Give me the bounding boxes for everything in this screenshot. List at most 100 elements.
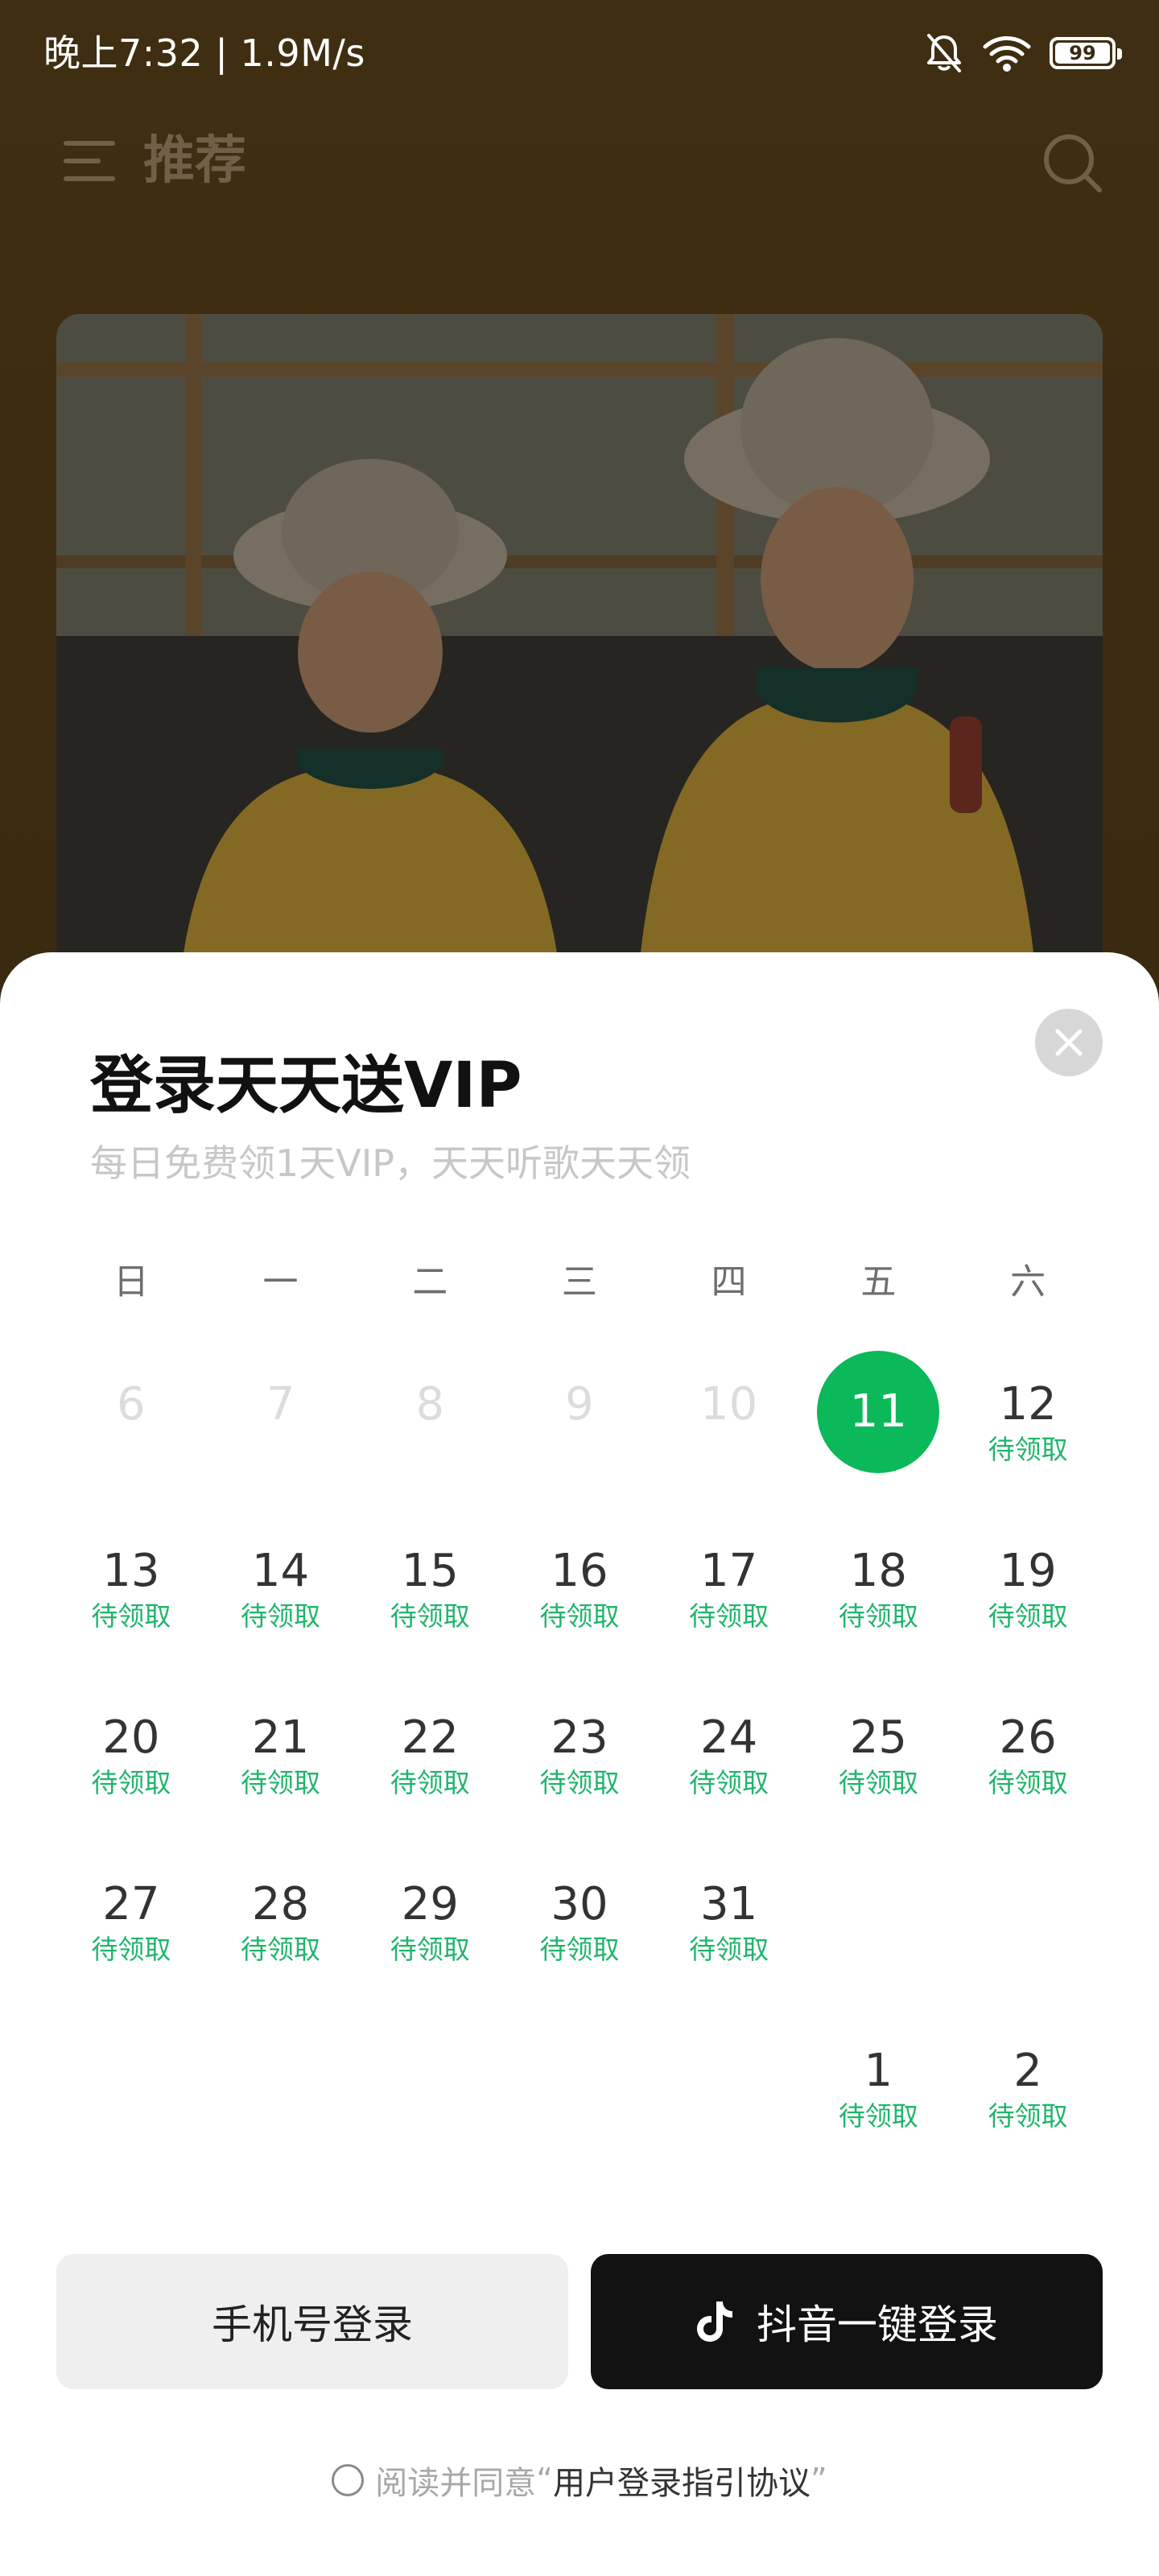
login-buttons: 手机号登录 抖音一键登录 [56,2254,1103,2389]
vip-calendar: 6 7 8 9 10 11 12 待领取 13 待领取 14 待领取 15 待领取 16 待领取 17 待领取 18… [56,1351,1103,2184]
day-number: 14 [251,1545,310,1597]
phone-login-label: 手机号登录 [212,2301,413,2348]
close-button[interactable] [1035,1009,1103,1076]
calendar-day[interactable]: 28 待领取 [206,1851,356,2017]
calendar-day[interactable]: 11 [804,1351,954,1517]
calendar-day[interactable]: 12 待领取 [953,1351,1103,1517]
day-number: 1 [864,2045,893,2097]
status-bar: 晚上7:32 | 1.9M/s 99 [0,0,1159,105]
day-number: 21 [251,1711,310,1764]
menu-icon[interactable] [63,138,116,184]
claim-status-label: 待领取 [539,1600,620,1632]
calendar-day[interactable]: 18 待领取 [804,1517,954,1684]
claim-status-label: 待领取 [838,1767,918,1798]
calendar-day[interactable]: 27 待领取 [56,1851,206,2017]
calendar-day[interactable]: 29 待领取 [355,1851,505,2017]
agreement-row: 阅读并同意 “ 用户登录指引协议 ” [0,2456,1159,2504]
day-number: 7 [266,1378,295,1430]
calendar-day[interactable]: 17 待领取 [654,1517,804,1684]
claim-status-label: 待领取 [539,1934,620,1965]
day-number: 17 [700,1545,758,1597]
calendar-day[interactable]: 14 待领取 [206,1517,356,1684]
weekday-sun: 日 [113,1261,149,1302]
day-number: 20 [102,1711,160,1764]
calendar-day: 9 [505,1351,654,1517]
day-number: 27 [102,1878,160,1930]
weekday-fri: 五 [860,1261,897,1302]
agreement-open-quote: “ [536,2462,553,2499]
day-number: 16 [551,1545,608,1597]
douyin-login-label: 抖音一键登录 [757,2301,998,2348]
calendar-day[interactable]: 31 待领取 [654,1851,804,2017]
day-number: 23 [551,1711,608,1764]
calendar-day [654,2017,804,2184]
day-number: 22 [401,1711,459,1764]
claim-status-label: 待领取 [91,1600,171,1632]
calendar-day[interactable]: 13 待领取 [56,1517,206,1684]
day-number: 11 [849,1385,907,1438]
day-number: 15 [401,1545,459,1597]
calendar-week-row: 20 待领取 21 待领取 22 待领取 23 待领取 24 待领取 25 待领取 26 待领取 [56,1684,1103,1851]
calendar-day[interactable]: 24 待领取 [654,1684,804,1851]
day-number: 10 [700,1378,758,1430]
calendar-day: 10 [654,1351,804,1517]
agreement-prefix: 阅读并同意 [375,2465,537,2502]
battery-level: 99 [1069,42,1096,64]
weekday-sat: 六 [1010,1261,1046,1302]
claim-status-label: 待领取 [91,1767,171,1798]
calendar-day[interactable]: 16 待领取 [505,1517,654,1684]
weekday-wed: 三 [561,1261,597,1302]
claim-status-label: 待领取 [539,1767,620,1798]
claim-status-label: 待领取 [241,1767,321,1798]
weekday-tue: 二 [412,1261,448,1302]
calendar-day: 6 [56,1351,206,1517]
calendar-day[interactable]: 23 待领取 [505,1684,654,1851]
close-icon [1055,1029,1083,1056]
calendar-day[interactable]: 22 待领取 [355,1684,505,1851]
day-number: 28 [251,1878,310,1930]
calendar-day[interactable]: 1 待领取 [804,2017,954,2184]
calendar-day[interactable]: 26 待领取 [953,1684,1103,1851]
claim-status-label: 待领取 [838,1600,918,1632]
day-number: 31 [700,1878,758,1930]
calendar-day[interactable]: 20 待领取 [56,1684,206,1851]
agreement-checkbox[interactable] [332,2464,365,2496]
phone-login-button[interactable]: 手机号登录 [56,2254,568,2389]
today-highlight[interactable]: 11 [817,1351,940,1473]
status-icons: 99 [924,31,1122,76]
cover-image[interactable] [56,314,1103,1006]
calendar-day[interactable]: 2 待领取 [953,2017,1103,2184]
douyin-login-button[interactable]: 抖音一键登录 [591,2254,1103,2389]
calendar-day[interactable]: 30 待领取 [505,1851,654,2017]
weekday-thu: 四 [711,1261,747,1302]
calendar-day [206,2017,356,2184]
tiktok-icon [697,2301,732,2342]
claim-status-label: 待领取 [988,1767,1068,1798]
day-number: 8 [415,1378,445,1430]
battery-icon: 99 [1050,37,1122,69]
claim-status-label: 待领取 [988,2100,1068,2132]
day-number: 18 [849,1545,907,1597]
day-number: 9 [565,1378,594,1430]
weekday-mon: 一 [262,1261,299,1302]
background-app: 晚上7:32 | 1.9M/s 99 推荐 [0,0,1159,1006]
search-icon[interactable] [1040,130,1104,195]
day-number: 2 [1013,2045,1042,2097]
claim-status-label: 待领取 [988,1600,1068,1632]
calendar-day [505,2017,654,2184]
day-number: 25 [849,1711,907,1764]
bell-off-icon [927,34,961,72]
calendar-day[interactable]: 15 待领取 [355,1517,505,1684]
app-header: 推荐 [0,121,1159,201]
claim-status-label: 待领取 [390,1600,470,1632]
calendar-day[interactable]: 21 待领取 [206,1684,356,1851]
calendar-day [804,1851,954,2017]
day-number: 26 [999,1711,1057,1764]
claim-status-label: 待领取 [838,2100,918,2132]
calendar-day[interactable]: 19 待领取 [953,1517,1103,1684]
agreement-close-quote: ” [810,2462,827,2499]
calendar-week-row: 1 待领取 2 待领取 [56,2017,1103,2184]
calendar-day [953,1851,1103,2017]
calendar-day[interactable]: 25 待领取 [804,1684,954,1851]
agreement-link[interactable]: 用户登录指引协议 [553,2457,810,2504]
